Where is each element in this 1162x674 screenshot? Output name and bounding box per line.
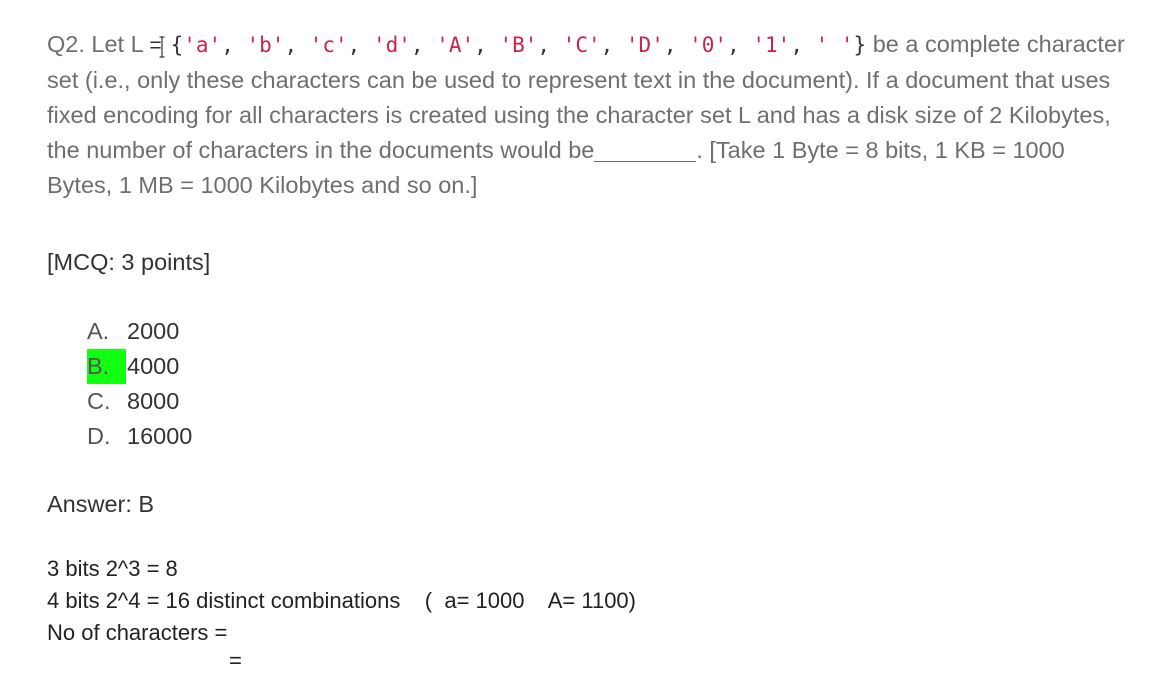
text-cursor-icon bbox=[159, 34, 165, 58]
option-value: 4000 bbox=[127, 353, 180, 379]
set-separator: , bbox=[284, 33, 310, 57]
option-value: 2000 bbox=[127, 318, 180, 344]
set-separator: , bbox=[600, 33, 626, 57]
option-d: D. 16000 bbox=[87, 419, 192, 454]
set-separator: , bbox=[474, 33, 500, 57]
character-set-code: = {'a', 'b', 'c', 'd', 'A', 'B', 'C', 'D'… bbox=[149, 33, 867, 58]
partial-equals: = bbox=[229, 648, 242, 673]
option-letter: D. bbox=[87, 423, 111, 449]
set-item: 'd' bbox=[372, 33, 411, 57]
working-notes: 3 bits 2^3 = 8 4 bits 2^4 = 16 distinct … bbox=[47, 553, 636, 649]
set-separator: , bbox=[790, 33, 816, 57]
option-letter: A. bbox=[87, 318, 110, 344]
set-item: 'B' bbox=[499, 33, 538, 57]
option-b: B. 4000 bbox=[87, 349, 192, 384]
set-separator: , bbox=[537, 33, 563, 57]
option-value: 8000 bbox=[127, 388, 180, 414]
set-items: 'a', 'b', 'c', 'd', 'A', 'B', 'C', 'D', … bbox=[183, 33, 853, 57]
answer-line: Answer: B bbox=[47, 491, 155, 517]
set-item: 'b' bbox=[246, 33, 285, 57]
answer-blank bbox=[594, 139, 697, 162]
question-prefix: Q2. Let L bbox=[47, 31, 150, 57]
option-letter: C. bbox=[87, 388, 111, 414]
option-letter-highlighted: B. bbox=[87, 349, 126, 384]
set-item: 'c' bbox=[309, 33, 348, 57]
work-line: 4 bits 2^4 = 16 distinct combinations ( … bbox=[47, 588, 636, 613]
option-a: A. 2000 bbox=[87, 314, 192, 349]
question-text: Q2. Let L = {'a', 'b', 'c', 'd', 'A', 'B'… bbox=[47, 27, 1127, 203]
set-item: 'a' bbox=[183, 33, 222, 57]
work-line: No of characters = bbox=[47, 620, 228, 645]
set-separator: , bbox=[221, 33, 247, 57]
options-list: A. 2000 B. 4000 C. 8000 D. 16000 bbox=[87, 314, 192, 454]
set-item: '0' bbox=[689, 33, 728, 57]
set-item: ' ' bbox=[815, 33, 854, 57]
set-item: '1' bbox=[752, 33, 791, 57]
set-close-brace: } bbox=[853, 33, 867, 57]
set-open-brace: { bbox=[170, 33, 184, 57]
set-separator: , bbox=[410, 33, 437, 57]
option-value: 16000 bbox=[127, 423, 193, 449]
option-c: C. 8000 bbox=[87, 384, 192, 419]
work-line: 3 bits 2^3 = 8 bbox=[47, 556, 178, 581]
set-item: 'D' bbox=[625, 33, 664, 57]
set-separator: , bbox=[663, 33, 690, 57]
set-separator: , bbox=[347, 33, 373, 57]
set-separator: , bbox=[727, 33, 753, 57]
set-item: 'C' bbox=[562, 33, 601, 57]
points-label: [MCQ: 3 points] bbox=[47, 249, 211, 275]
set-item: 'A' bbox=[436, 33, 475, 57]
